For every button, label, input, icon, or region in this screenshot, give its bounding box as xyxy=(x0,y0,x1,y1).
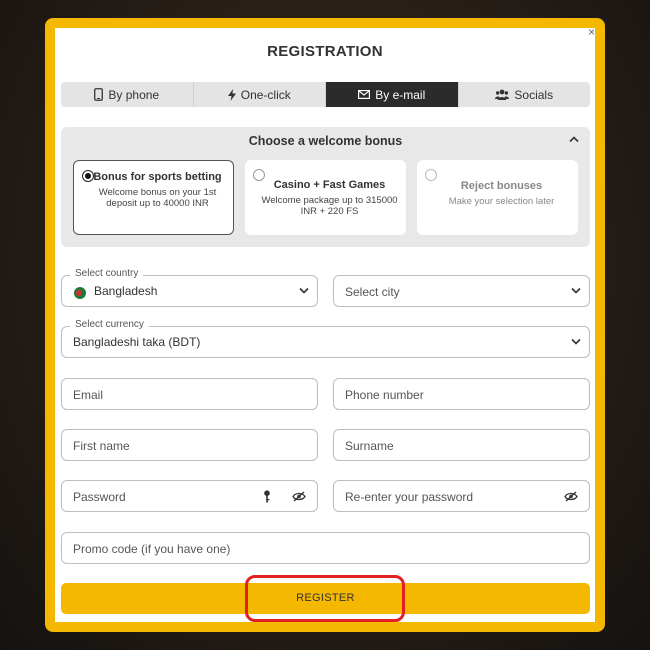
country-value: Bangladesh xyxy=(94,284,158,298)
radio-button[interactable] xyxy=(82,170,94,182)
chevron-up-icon[interactable] xyxy=(569,136,579,143)
surname-field[interactable]: Surname xyxy=(333,429,590,461)
currency-select[interactable]: Select currency Bangladeshi taka (BDT) xyxy=(61,319,590,358)
promo-code-field[interactable]: Promo code (if you have one) xyxy=(61,532,590,564)
tab-label: By e-mail xyxy=(375,87,426,102)
eye-slash-icon[interactable] xyxy=(292,491,306,502)
tab-label: Socials xyxy=(514,87,554,102)
bonus-option-desc: Welcome package up to 315000 INR + 220 F… xyxy=(261,195,398,217)
people-icon xyxy=(495,89,510,100)
tab-by-email[interactable]: By e-mail xyxy=(326,82,459,107)
bonus-option-reject[interactable]: Reject bonuses Make your selection later xyxy=(417,160,578,235)
phone-icon xyxy=(94,88,104,101)
first-name-placeholder: First name xyxy=(73,439,130,453)
register-button[interactable]: REGISTER xyxy=(61,583,590,614)
eye-slash-icon[interactable] xyxy=(564,491,578,502)
password-repeat-placeholder: Re-enter your password xyxy=(345,490,474,504)
tab-label: By phone xyxy=(108,87,160,102)
city-placeholder: Select city xyxy=(345,285,400,299)
promo-placeholder: Promo code (if you have one) xyxy=(73,542,231,556)
welcome-bonus-panel: Choose a welcome bonus Bonus for sports … xyxy=(61,127,590,247)
close-icon[interactable]: × xyxy=(588,26,595,38)
phone-placeholder: Phone number xyxy=(345,388,424,402)
registration-tabs: By phone One-click By e-mail Socials xyxy=(61,82,590,107)
bonus-option-desc: Welcome bonus on your 1st deposit up to … xyxy=(98,187,217,209)
key-icon[interactable] xyxy=(263,490,271,503)
password-field[interactable]: Password xyxy=(61,480,318,512)
password-placeholder: Password xyxy=(73,490,126,504)
password-repeat-field[interactable]: Re-enter your password xyxy=(333,480,590,512)
first-name-field[interactable]: First name xyxy=(61,429,318,461)
country-label: Select country xyxy=(70,268,144,279)
chevron-down-icon xyxy=(299,287,309,294)
bonus-option-name: Reject bonuses xyxy=(460,180,543,192)
bonus-option-sports[interactable]: Bonus for sports betting Welcome bonus o… xyxy=(73,160,234,235)
country-select[interactable]: Select country Bangladesh xyxy=(61,268,318,307)
bonus-option-name: Bonus for sports betting xyxy=(93,171,222,183)
radio-button[interactable] xyxy=(425,169,437,181)
bonus-option-desc: Make your selection later xyxy=(448,196,555,207)
radio-button[interactable] xyxy=(253,169,265,181)
email-field[interactable]: Email xyxy=(61,378,318,410)
currency-value: Bangladeshi taka (BDT) xyxy=(73,335,201,349)
modal-title: REGISTRATION xyxy=(267,43,383,60)
surname-placeholder: Surname xyxy=(345,439,394,453)
tab-label: One-click xyxy=(240,87,291,102)
phone-field[interactable]: Phone number xyxy=(333,378,590,410)
chevron-down-icon xyxy=(571,287,581,294)
city-select[interactable]: Select city xyxy=(333,275,590,307)
tab-by-phone[interactable]: By phone xyxy=(61,82,194,107)
bangladesh-flag-icon xyxy=(74,287,86,299)
lightning-icon xyxy=(227,88,236,101)
bonus-option-casino[interactable]: Casino + Fast Games Welcome package up t… xyxy=(245,160,406,235)
bonus-title: Choose a welcome bonus xyxy=(248,134,403,148)
tab-socials[interactable]: Socials xyxy=(459,82,591,107)
envelope-icon xyxy=(358,90,371,99)
bonus-option-name: Casino + Fast Games xyxy=(273,179,386,191)
chevron-down-icon xyxy=(571,338,581,345)
email-placeholder: Email xyxy=(73,388,104,402)
tab-one-click[interactable]: One-click xyxy=(194,82,326,107)
currency-label: Select currency xyxy=(70,319,149,330)
